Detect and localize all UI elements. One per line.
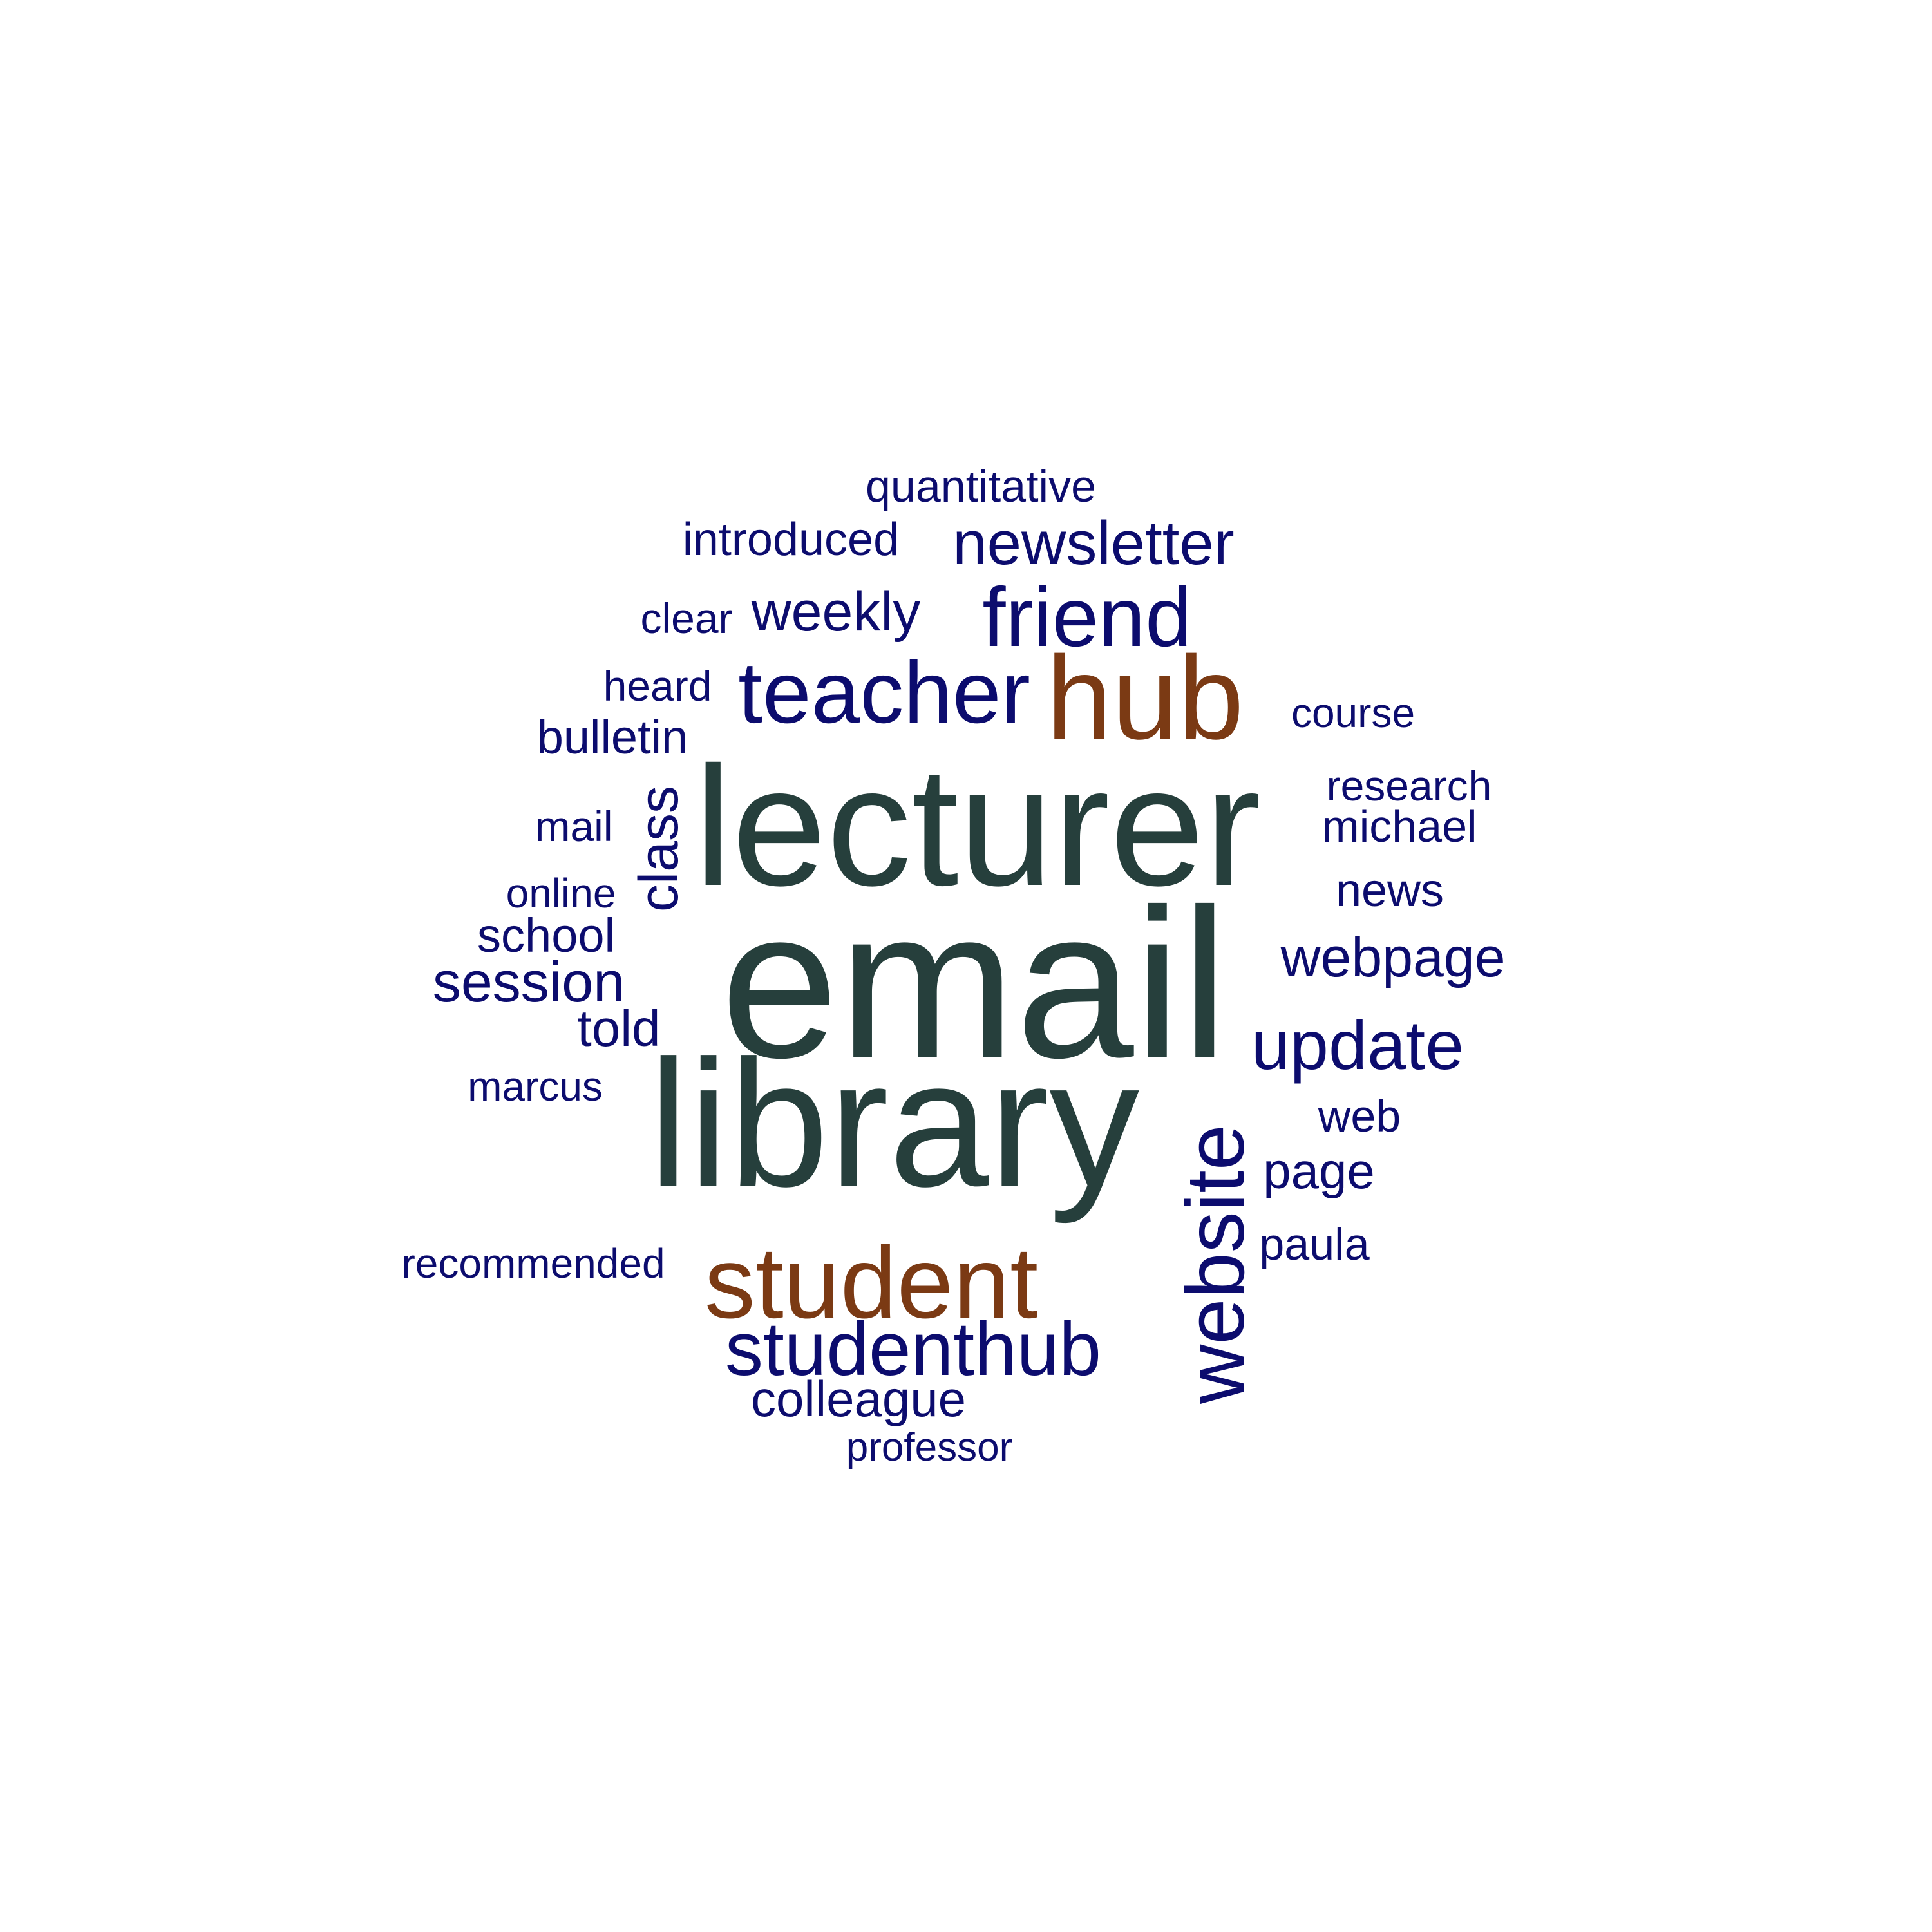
word-quantitative: quantitative bbox=[865, 461, 1097, 511]
word-research: research bbox=[1326, 762, 1492, 810]
word-clear: clear bbox=[640, 594, 733, 642]
word-recommended: recommended bbox=[401, 1240, 665, 1287]
word-page: page bbox=[1263, 1142, 1375, 1199]
word-newsletter: newsletter bbox=[952, 509, 1235, 578]
word-told: told bbox=[577, 999, 661, 1057]
word-mail: mail bbox=[535, 802, 613, 850]
word-bulletin: bulletin bbox=[536, 710, 688, 764]
word-news: news bbox=[1335, 865, 1444, 916]
word-marcus: marcus bbox=[468, 1063, 603, 1110]
word-friend: friend bbox=[982, 570, 1192, 664]
word-online: online bbox=[506, 870, 616, 916]
word-lecturer: lecturer bbox=[694, 731, 1262, 921]
word-introduced: introduced bbox=[682, 514, 900, 565]
word-webpage: webpage bbox=[1280, 927, 1506, 989]
word-class: class bbox=[628, 786, 690, 912]
word-paula: paula bbox=[1259, 1219, 1370, 1269]
word-library: library bbox=[648, 1023, 1140, 1224]
word-school: school bbox=[477, 909, 615, 962]
word-website: website bbox=[1170, 1124, 1262, 1404]
word-cloud: email lecturer library hub student teach… bbox=[0, 0, 1932, 1932]
word-heard: heard bbox=[603, 662, 712, 710]
word-course: course bbox=[1291, 690, 1416, 736]
word-colleague: colleague bbox=[751, 1370, 966, 1427]
word-weekly: weekly bbox=[751, 581, 921, 643]
word-web: web bbox=[1318, 1091, 1401, 1141]
word-michael: michael bbox=[1321, 801, 1477, 851]
word-professor: professor bbox=[846, 1425, 1013, 1470]
word-update: update bbox=[1251, 1006, 1464, 1084]
